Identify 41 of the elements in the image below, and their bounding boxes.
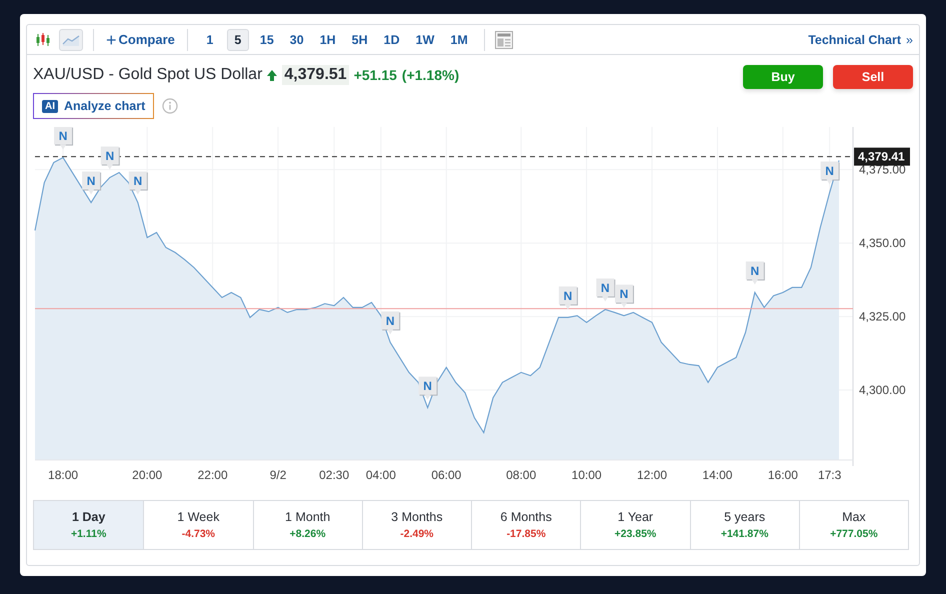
percent-change: (+1.18%) (402, 67, 460, 83)
x-axis-label: 14:00 (702, 468, 732, 482)
interval-tab[interactable]: 1D (378, 28, 405, 50)
x-axis-label: 20:00 (132, 468, 162, 482)
x-axis-label: 06:00 (431, 468, 462, 482)
x-axis-label: 16:00 (768, 468, 798, 482)
layout-icon[interactable] (494, 30, 513, 48)
interval-tab[interactable]: 5 (226, 28, 249, 50)
technical-chart-link[interactable]: Technical Chart » (808, 32, 913, 46)
instrument-title: XAU/USD - Gold Spot US Dollar (33, 66, 262, 84)
interval-tab[interactable]: 15 (254, 28, 279, 50)
x-axis-label: 9/2 (270, 468, 286, 482)
interval-tab[interactable]: 5H (346, 28, 373, 50)
last-price: 4,379.51 (282, 65, 349, 85)
interval-tab[interactable]: 1 (198, 28, 221, 50)
chart-type-button[interactable] (59, 28, 83, 50)
interval-tab[interactable]: 1H (314, 28, 341, 50)
price-change: +51.15 (354, 67, 397, 83)
x-axis-label: 04:00 (366, 468, 396, 482)
x-axis-label: 22:00 (198, 468, 228, 482)
x-axis-label: 10:00 (572, 468, 602, 482)
x-axis-label: 02:30 (319, 468, 350, 482)
interval-tab[interactable]: 30 (284, 28, 309, 50)
period-tab[interactable]: 1 Day +1.11% (34, 501, 144, 549)
sell-button[interactable]: Sell (833, 65, 913, 89)
info-icon[interactable] (162, 98, 178, 114)
x-axis-label: 08:00 (506, 468, 536, 482)
x-axis-label: 12:00 (637, 468, 668, 482)
y-axis-label: 4,350.00 (859, 236, 906, 250)
x-axis-label: 18:00 (48, 468, 78, 482)
interval-tab[interactable]: 1M (445, 28, 473, 50)
ref-line-label: 4,379.41 (858, 150, 906, 164)
y-axis-label: 4,325.00 (859, 310, 906, 324)
compare-button[interactable]: +Compare (104, 30, 177, 48)
last-price-tag: 4,379.41 (854, 148, 910, 166)
x-axis-label: 17:3 (818, 468, 842, 482)
interval-tab[interactable]: 1W (410, 28, 440, 50)
area-chart-icon (62, 34, 80, 46)
analyze-chart-button[interactable]: AI Analyze chart (33, 93, 154, 119)
y-axis-label: 4,300.00 (859, 383, 906, 398)
candlestick-icon (35, 32, 51, 46)
